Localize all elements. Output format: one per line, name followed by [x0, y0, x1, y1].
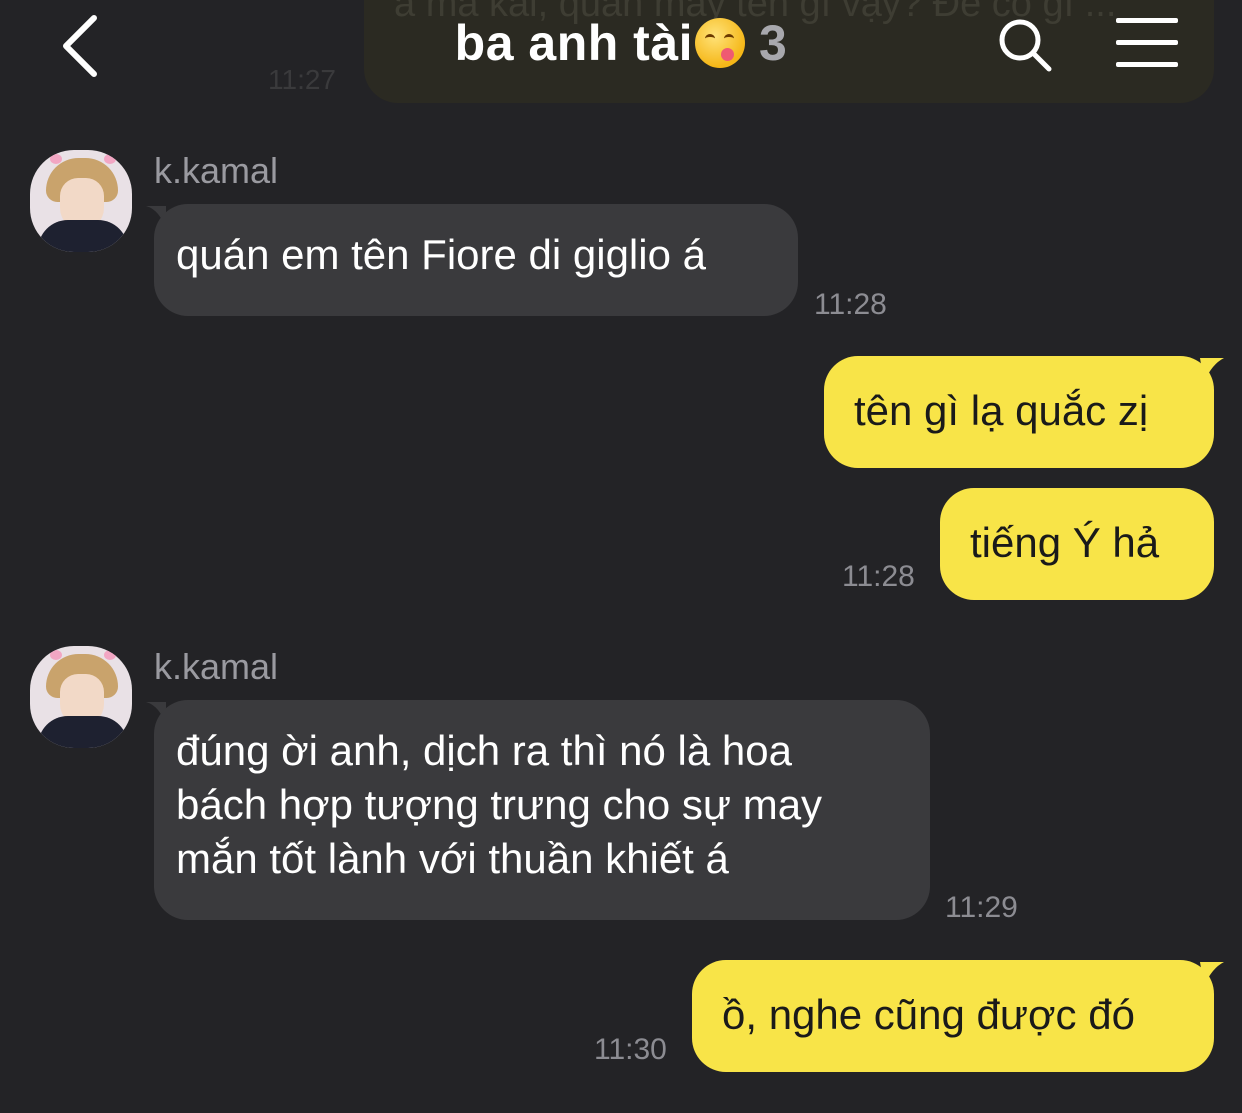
hamburger-menu-icon — [1116, 18, 1178, 67]
message-text-line: đúng ời anh, dịch ra thì nó là hoa — [176, 727, 792, 774]
chat-title: ba anh tài 3 — [0, 14, 1242, 72]
chat-name: ba anh tài — [454, 15, 694, 71]
search-icon — [999, 19, 1052, 72]
sender-name: k.kamal — [154, 150, 279, 191]
incoming-message-bubble[interactable]: quán em tên Fiore di giglio á — [154, 204, 798, 316]
message-text: ồ, nghe cũng được đó — [722, 991, 1135, 1038]
menu-button[interactable] — [1116, 18, 1178, 68]
sender-name: k.kamal — [154, 646, 279, 687]
member-count: 3 — [759, 15, 788, 71]
outgoing-message-bubble[interactable]: tiếng Ý hả — [940, 488, 1214, 600]
message-time: 11:28 — [814, 288, 887, 321]
bubble-tail — [1200, 358, 1224, 382]
message-text: tên gì lạ quắc zị — [854, 387, 1149, 434]
message-time: 11:30 — [594, 1033, 667, 1066]
message-text-line: mắn tốt lành với thuần khiết á — [176, 835, 729, 882]
incoming-message-bubble[interactable]: đúng ời anh, dịch ra thì nó là hoa bách … — [154, 700, 930, 920]
avatar[interactable] — [30, 646, 132, 748]
search-button[interactable] — [998, 18, 1054, 74]
message-text: tiếng Ý hả — [970, 519, 1160, 566]
bubble-tail — [1200, 962, 1224, 986]
message-text: quán em tên Fiore di giglio á — [176, 231, 706, 278]
message-time: 11:28 — [842, 560, 915, 593]
message-time: 11:29 — [945, 891, 1018, 924]
outgoing-message-bubble[interactable]: ồ, nghe cũng được đó — [692, 960, 1214, 1072]
outgoing-message-bubble[interactable]: tên gì lạ quắc zị — [824, 356, 1214, 468]
message-text-line: bách hợp tượng trưng cho sự may — [176, 781, 823, 828]
chat-header: á mà kai, quán mày tên gì vậy? Để có gì … — [0, 0, 1242, 110]
yum-face-emoji-icon — [695, 18, 746, 68]
avatar[interactable] — [30, 150, 132, 252]
